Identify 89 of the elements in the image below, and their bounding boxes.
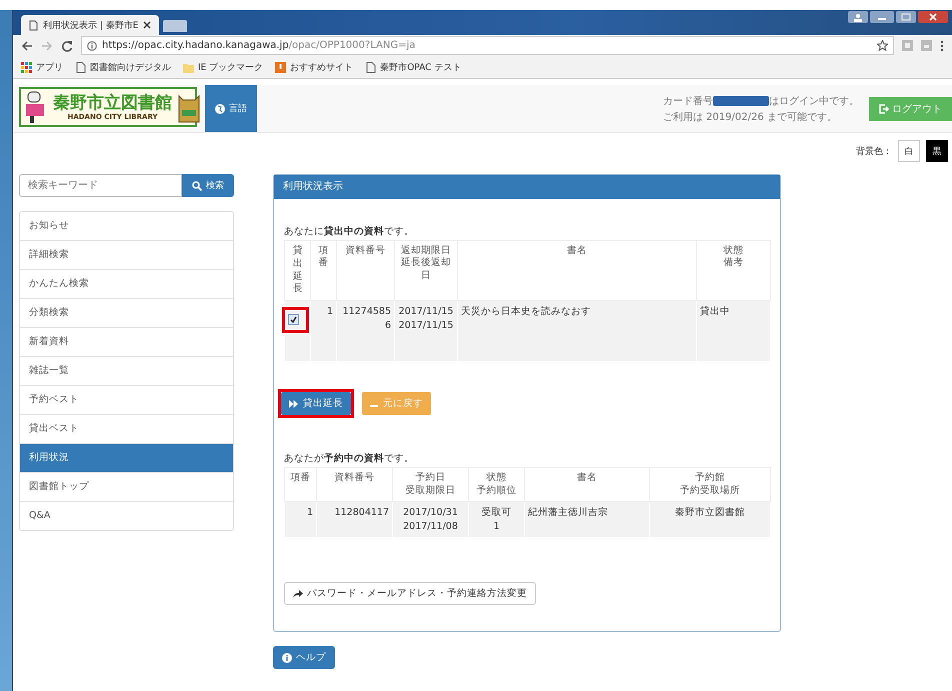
theme-button[interactable]: 白	[898, 140, 920, 162]
checkbox[interactable]	[288, 314, 299, 326]
bookmark-item[interactable]: おすすめサイト	[275, 60, 354, 74]
table-cell: 紀州藩主徳川吉宗	[524, 501, 650, 538]
apps-icon	[21, 62, 32, 72]
logout-icon	[879, 104, 889, 114]
sidebar-item[interactable]: 予約ベスト	[20, 385, 233, 414]
check-icon	[290, 316, 297, 324]
theme-label: 背景色：	[856, 146, 892, 158]
expiry-text: ご利用は 2019/02/26 まで可能です。	[663, 110, 838, 124]
share-arrow-icon	[293, 589, 303, 598]
column-header: 状態	[486, 472, 508, 485]
browser-tab[interactable]: 利用状況表示 | 秦野市E	[21, 15, 159, 35]
column-subheader: 予約受取場所	[679, 484, 741, 497]
maximize-icon	[896, 11, 916, 23]
close-icon	[143, 21, 152, 29]
forward-icon	[41, 40, 53, 52]
column-header: 貸出延長	[292, 245, 302, 296]
info-icon	[282, 652, 292, 663]
bookmark-item[interactable]: アプリ	[21, 60, 63, 74]
reload-icon	[61, 40, 73, 52]
table-cell: 貸出中	[696, 300, 770, 362]
sidebar-item[interactable]: かんたん検索	[20, 269, 233, 298]
theme-button[interactable]: 黒	[926, 140, 948, 162]
login-label: カード番号	[663, 94, 713, 108]
column-header: 資料番号	[344, 245, 386, 258]
table-cell: 112745856	[336, 300, 394, 362]
search-button[interactable]: 検索	[182, 174, 234, 197]
table-cell: 2017/10/31 2017/11/08	[392, 501, 468, 538]
table-cell: 秦野市立図書館	[650, 501, 770, 538]
column-header: 項番	[290, 472, 312, 485]
page-icon	[75, 62, 86, 72]
table-cell: 受取可 1	[468, 501, 524, 538]
address-bar[interactable]: https://opac.city.hadano.kanagawa.jp/opac/OPP1000?LANG=ja	[81, 36, 894, 55]
column-header: 予約館	[694, 472, 726, 485]
column-subheader: 受取期限日	[404, 484, 456, 497]
table-cell: 天災から日本史を読みなおす	[458, 300, 696, 362]
sidebar-item[interactable]: お知らせ	[20, 212, 233, 240]
column-subheader: 予約順位	[476, 484, 518, 497]
folder-icon	[183, 62, 194, 72]
column-header: 項番	[318, 245, 330, 270]
column-header: 資料番号	[334, 472, 376, 485]
sidebar-item[interactable]: 利用状況	[20, 443, 233, 472]
bookmark-icon	[275, 62, 286, 72]
star-icon	[877, 40, 888, 51]
column-subheader: 備考	[722, 257, 744, 270]
page-icon	[365, 62, 376, 72]
sidebar-item[interactable]: 分類検索	[20, 298, 233, 327]
column-header: 書名	[576, 472, 598, 485]
language-button[interactable]: 言語	[205, 85, 257, 132]
logo-title: 秦野市立図書館	[53, 93, 172, 113]
sidebar-item[interactable]: 図書館トップ	[20, 472, 233, 501]
bookmark-item[interactable]: 秦野市OPAC テスト	[365, 60, 462, 74]
help-button[interactable]: ヘルプ	[273, 646, 335, 670]
column-subheader: 延長後返却日	[400, 257, 452, 282]
extension-icon	[921, 40, 932, 51]
user-icon	[848, 11, 868, 23]
column-header: 状態	[722, 245, 744, 257]
table-caption: あなたに貸出中の資料です。	[284, 225, 414, 238]
sidebar-item[interactable]: Q&A	[20, 501, 233, 530]
sidebar-item[interactable]: 雑誌一覧	[20, 356, 233, 385]
bookmark-item[interactable]: 図書館向けデジタル	[75, 60, 171, 74]
column-header: 返却期限日	[400, 245, 452, 257]
table-cell: 112804117	[316, 501, 392, 538]
settings-button[interactable]: パスワード・メールアドレス・予約連絡方法変更	[284, 582, 536, 606]
column-header: 予約日	[414, 472, 446, 485]
back-icon	[21, 40, 33, 52]
search-icon	[192, 180, 202, 190]
extension-icon	[902, 40, 913, 51]
login-status: はログイン中です。	[769, 94, 859, 108]
column-header: 書名	[566, 245, 588, 258]
info-icon	[87, 40, 97, 50]
redaction-bar	[713, 96, 769, 106]
fast-forward-icon	[289, 400, 298, 408]
table-cell: 1	[310, 300, 336, 362]
table-cell: 2017/11/15 2017/11/15	[394, 300, 458, 362]
sidebar-item[interactable]: 詳細検索	[20, 240, 233, 269]
menu-icon	[940, 40, 944, 52]
bookmark-item[interactable]: IE ブックマーク	[183, 60, 264, 74]
url-text: https://opac.city.hadano.kanagawa.jp/opac/OPP1000?LANG=ja	[102, 40, 416, 51]
panel-title: 利用状況表示	[274, 175, 780, 199]
close-icon	[918, 11, 948, 23]
minimize-icon	[870, 11, 894, 23]
table-caption: あなたが予約中の資料です。	[284, 452, 414, 466]
table-cell: 1	[284, 501, 316, 538]
page-icon	[29, 20, 38, 30]
search-field[interactable]: 検索キーワード	[19, 174, 182, 197]
extend-button[interactable]: 貸出延長	[281, 392, 351, 416]
sidebar-item[interactable]: 新着資料	[20, 327, 233, 356]
